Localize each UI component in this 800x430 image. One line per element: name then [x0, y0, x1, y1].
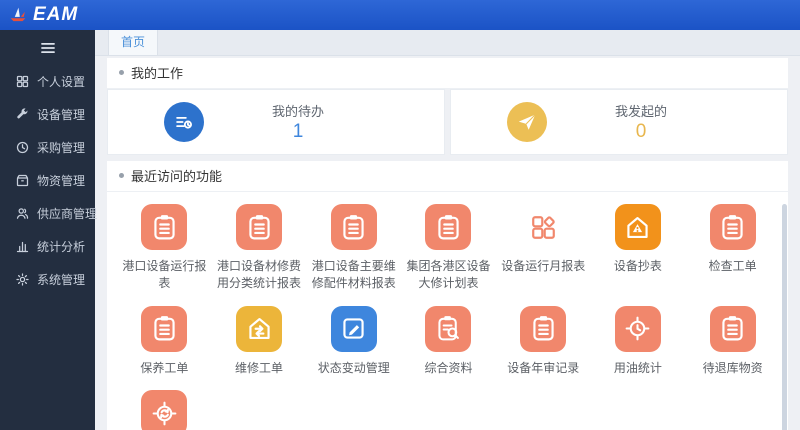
function-shortcut[interactable]: 状态变动管理 — [306, 305, 401, 377]
function-shortcut[interactable]: 港口设备主要维修配件材料报表 — [306, 204, 401, 293]
function-shortcut[interactable]: 设备运行月报表 — [496, 204, 591, 293]
function-shortcut[interactable]: 设备年审记录 — [496, 305, 591, 377]
function-label: 检查工单 — [708, 259, 757, 273]
sidebar-item[interactable]: 供应商管理 — [0, 197, 98, 230]
function-shortcut[interactable]: 待退库物资 — [685, 305, 780, 377]
clipboard-edit-icon — [330, 305, 377, 352]
grid-squares-icon — [520, 204, 566, 250]
crosshair-sync-icon — [141, 390, 188, 430]
function-label: 港口设备运行报表 — [122, 259, 207, 291]
function-shortcut[interactable]: 港口设备运行报表 — [117, 204, 212, 293]
function-shortcut[interactable]: 维修工单 — [212, 305, 307, 377]
function-shortcut[interactable]: 综合资料 — [401, 305, 496, 377]
recent-functions-title: 最近访问的功能 — [107, 161, 788, 192]
function-label: 保养工单 — [140, 360, 189, 375]
recent-functions-section: 最近访问的功能 港口设备运行报表 港口设备材修费用分类统计报表 港口设备主要维修… — [107, 161, 788, 430]
app-header: EAM — [0, 0, 800, 30]
sidebar-item-label: 物资管理 — [37, 174, 86, 188]
work-card-count: 1 — [292, 121, 304, 142]
clipboard-icon — [425, 204, 472, 250]
sidebar: 个人设置 设备管理 采购管理 物资管理 供应商管理 统计分析 系统管理 — [0, 30, 98, 430]
work-card-info: 我发起的 0 — [547, 101, 735, 143]
function-label: 待退库物资 — [702, 360, 763, 375]
sidebar-menu: 个人设置 设备管理 采购管理 物资管理 供应商管理 统计分析 系统管理 — [0, 65, 98, 296]
grid-icon — [15, 74, 30, 89]
eam-app: EAM 个人设置 设备管理 采购管理 物资管理 供应商管理 统计分析 系统管理 … — [0, 0, 800, 430]
clipboard-icon — [709, 305, 756, 352]
tab-bar: 首页 — [95, 30, 800, 56]
clipboard-search-icon — [425, 305, 472, 352]
function-label: 维修工单 — [235, 360, 284, 375]
function-label: 用油统计 — [613, 360, 662, 375]
scrollbar[interactable] — [782, 204, 787, 430]
function-label: 港口设备主要维修配件材料报表 — [311, 259, 396, 291]
function-shortcut[interactable]: 集团各港区设备大修计划表 — [401, 204, 496, 293]
sidebar-item[interactable]: 设备管理 — [0, 98, 95, 131]
function-label: 综合资料 — [424, 360, 473, 375]
function-label: 设备年审记录 — [507, 360, 580, 375]
box-icon — [15, 173, 30, 188]
sidebar-item[interactable]: 个人设置 — [0, 65, 95, 98]
todo-list-icon — [164, 102, 204, 142]
clipboard-icon — [330, 204, 377, 250]
function-label: 集团各港区设备大修计划表 — [406, 259, 491, 291]
function-shortcut[interactable]: 设备抄表 — [591, 204, 686, 293]
main-content: 首页 我的工作 我的待办 1 我发起的 0 最近访问的功能 港口设备运行报表 港… — [95, 30, 800, 430]
people-icon — [15, 206, 30, 221]
sidebar-item[interactable]: 系统管理 — [0, 263, 95, 296]
menu-toggle-button[interactable] — [37, 39, 59, 57]
house-alert-icon — [614, 204, 661, 250]
function-label: 状态变动管理 — [317, 360, 390, 375]
my-work-title: 我的工作 — [107, 58, 788, 89]
sidebar-item[interactable]: 统计分析 — [0, 230, 95, 263]
sail-logo-icon — [7, 4, 29, 26]
sidebar-item[interactable]: 物资管理 — [0, 164, 95, 197]
work-card-count: 0 — [635, 121, 647, 142]
work-card-label: 我发起的 — [614, 104, 667, 119]
wrench-icon — [15, 107, 30, 122]
function-grid: 港口设备运行报表 港口设备材修费用分类统计报表 港口设备主要维修配件材料报表 集… — [117, 204, 780, 430]
paper-plane-icon — [507, 102, 547, 142]
sidebar-item-label: 个人设置 — [37, 75, 86, 89]
clipboard-icon — [709, 204, 756, 250]
sidebar-item-label: 统计分析 — [37, 240, 86, 254]
clipboard-icon — [520, 305, 567, 352]
work-card-label: 我的待办 — [271, 104, 324, 119]
my-work-section: 我的工作 我的待办 1 我发起的 0 — [107, 58, 788, 155]
function-shortcut[interactable]: 用油统计 — [591, 305, 686, 377]
app-logo: EAM — [0, 4, 95, 26]
function-shortcut[interactable]: 保养工单 — [117, 305, 212, 377]
sidebar-item[interactable]: 采购管理 — [0, 131, 95, 164]
sidebar-item-label: 供应商管理 — [37, 207, 98, 221]
bar-chart-icon — [15, 239, 30, 254]
app-title: EAM — [33, 4, 79, 25]
content-area: 我的工作 我的待办 1 我发起的 0 最近访问的功能 港口设备运行报表 港口设备… — [95, 56, 800, 430]
clock-icon — [15, 140, 30, 155]
work-card-info: 我的待办 1 — [204, 101, 392, 143]
recent-functions-panel: 港口设备运行报表 港口设备材修费用分类统计报表 港口设备主要维修配件材料报表 集… — [107, 192, 788, 430]
function-shortcut[interactable]: 港口设备材修费用分类统计报表 — [212, 204, 307, 293]
clipboard-icon — [141, 305, 188, 352]
function-label: 设备运行月报表 — [501, 259, 586, 273]
sidebar-item-label: 设备管理 — [37, 108, 86, 122]
function-label: 设备抄表 — [613, 259, 662, 273]
crosshair-clock-icon — [614, 305, 661, 352]
sidebar-item-label: 系统管理 — [37, 273, 86, 287]
work-card[interactable]: 我发起的 0 — [450, 89, 788, 155]
house-arrows-icon — [236, 305, 283, 352]
function-shortcut[interactable]: 领料申请 — [117, 390, 212, 430]
clipboard-icon — [236, 204, 283, 250]
clipboard-icon — [141, 204, 188, 250]
tab-home[interactable]: 首页 — [108, 30, 159, 55]
function-shortcut[interactable]: 检查工单 — [685, 204, 780, 293]
gear-icon — [15, 272, 30, 287]
work-card[interactable]: 我的待办 1 — [107, 89, 445, 155]
function-label: 港口设备材修费用分类统计报表 — [217, 259, 302, 291]
sidebar-item-label: 采购管理 — [37, 141, 86, 155]
work-cards: 我的待办 1 我发起的 0 — [107, 89, 788, 155]
